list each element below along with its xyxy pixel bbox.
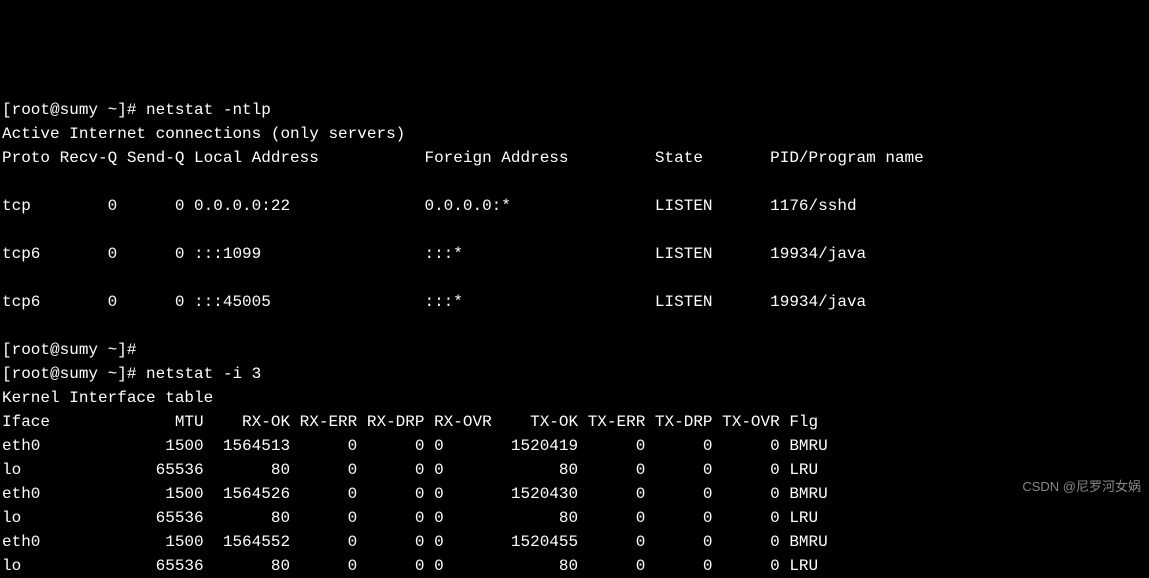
iface-row: eth0 1500 1564526 0 0 0 1520430 0 0 0 BM…: [2, 485, 828, 503]
netstat-columns: Proto Recv-Q Send-Q Local Address Foreig…: [2, 149, 924, 167]
netstat-header: Active Internet connections (only server…: [2, 125, 405, 143]
watermark: CSDN @尼罗河女娲: [1022, 477, 1141, 497]
prompt: [root@sumy ~]#: [2, 101, 146, 119]
netstat-row: tcp6 0 0 :::45005 :::* LISTEN 19934/java: [2, 293, 866, 311]
iface-row: eth0 1500 1564552 0 0 0 1520455 0 0 0 BM…: [2, 533, 828, 551]
iface-row: lo 65536 80 0 0 0 80 0 0 0 LRU: [2, 557, 818, 575]
netstat-row: tcp6 0 0 :::1099 :::* LISTEN 19934/java: [2, 245, 866, 263]
prompt-line-1: [root@sumy ~]# netstat -ntlp: [2, 101, 271, 119]
iface-row: lo 65536 80 0 0 0 80 0 0 0 LRU: [2, 509, 818, 527]
iface-row: lo 65536 80 0 0 0 80 0 0 0 LRU: [2, 461, 818, 479]
netstat-row: tcp 0 0 0.0.0.0:22 0.0.0.0:* LISTEN 1176…: [2, 197, 857, 215]
command-2[interactable]: netstat -i 3: [146, 365, 261, 383]
command-1[interactable]: netstat -ntlp: [146, 101, 271, 119]
prompt: [root@sumy ~]#: [2, 365, 146, 383]
iface-row: eth0 1500 1564513 0 0 0 1520419 0 0 0 BM…: [2, 437, 828, 455]
iface-header: Kernel Interface table: [2, 389, 213, 407]
iface-columns: Iface MTU RX-OK RX-ERR RX-DRP RX-OVR TX-…: [2, 413, 818, 431]
prompt-line-3: [root@sumy ~]# netstat -i 3: [2, 365, 261, 383]
prompt-line-2: [root@sumy ~]#: [2, 341, 146, 359]
